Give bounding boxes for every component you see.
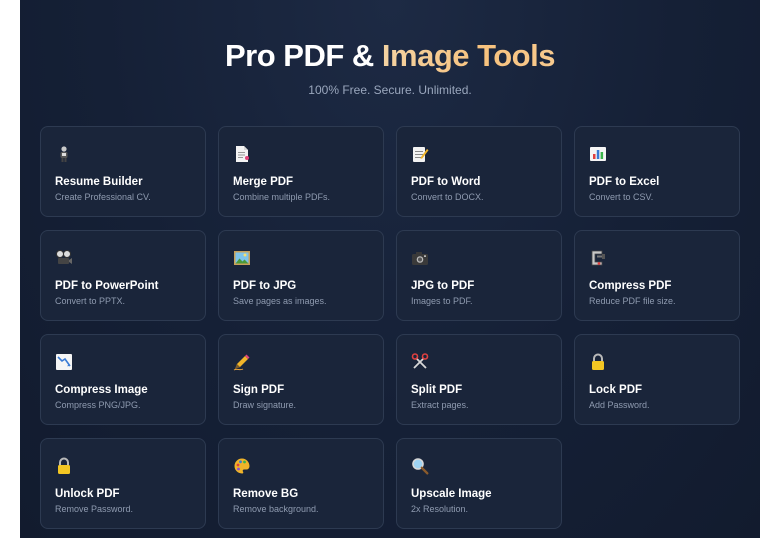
tool-title: Lock PDF bbox=[589, 384, 643, 396]
tool-title: PDF to Word bbox=[411, 176, 481, 188]
title-accent: Image Tools bbox=[381, 38, 556, 73]
tool-description: Remove background. bbox=[233, 504, 319, 514]
bar-chart-icon bbox=[589, 145, 607, 163]
unlock-icon bbox=[55, 457, 73, 475]
tool-description: Convert to PPTX. bbox=[55, 296, 126, 306]
scissors-icon bbox=[411, 353, 429, 371]
tool-card-jpg-to-pdf[interactable]: JPG to PDF Images to PDF. bbox=[396, 230, 562, 321]
tool-card-compress-image[interactable]: Compress Image Compress PNG/JPG. bbox=[40, 334, 206, 425]
camera-icon bbox=[411, 249, 429, 267]
tool-title: Resume Builder bbox=[55, 176, 143, 188]
tool-card-pdf-to-excel[interactable]: PDF to Excel Convert to CSV. bbox=[574, 126, 740, 217]
tool-title: Sign PDF bbox=[233, 384, 285, 396]
tool-title: Upscale Image bbox=[411, 488, 492, 500]
tool-title: Merge PDF bbox=[233, 176, 294, 188]
tool-title: PDF to PowerPoint bbox=[55, 280, 159, 292]
tool-description: Images to PDF. bbox=[411, 296, 473, 306]
tool-card-split-pdf[interactable]: Split PDF Extract pages. bbox=[396, 334, 562, 425]
film-projector-icon bbox=[55, 249, 73, 267]
tool-title: PDF to Excel bbox=[589, 176, 660, 188]
tool-card-sign-pdf[interactable]: Sign PDF Draw signature. bbox=[218, 334, 384, 425]
palette-icon bbox=[233, 457, 251, 475]
tool-card-pdf-to-word[interactable]: PDF to Word Convert to DOCX. bbox=[396, 126, 562, 217]
tools-grid: Resume Builder Create Professional CV. M… bbox=[40, 126, 740, 529]
memo-icon bbox=[411, 145, 429, 163]
picture-icon bbox=[233, 249, 251, 267]
tool-card-lock-pdf[interactable]: Lock PDF Add Password. bbox=[574, 334, 740, 425]
tool-card-pdf-to-powerpoint[interactable]: PDF to PowerPoint Convert to PPTX. bbox=[40, 230, 206, 321]
tool-description: 2x Resolution. bbox=[411, 504, 469, 514]
tool-card-upscale-image[interactable]: Upscale Image 2x Resolution. bbox=[396, 438, 562, 529]
clamp-icon bbox=[589, 249, 607, 267]
person-icon bbox=[55, 145, 73, 163]
tool-description: Remove Password. bbox=[55, 504, 134, 514]
tool-description: Reduce PDF file size. bbox=[589, 296, 676, 306]
chart-decreasing-icon bbox=[55, 353, 73, 371]
tool-title: Split PDF bbox=[411, 384, 463, 396]
tool-title: PDF to JPG bbox=[233, 280, 297, 292]
tool-description: Convert to CSV. bbox=[589, 192, 654, 202]
tool-description: Convert to DOCX. bbox=[411, 192, 484, 202]
header: Pro PDF & Image Tools 100% Free. Secure.… bbox=[20, 36, 760, 98]
tool-description: Extract pages. bbox=[411, 400, 469, 410]
tool-title: Compress Image bbox=[55, 384, 148, 396]
app-container: Pro PDF & Image Tools 100% Free. Secure.… bbox=[20, 0, 760, 538]
page-title: Pro PDF & Image Tools bbox=[20, 36, 760, 76]
lock-icon bbox=[589, 353, 607, 371]
tool-description: Draw signature. bbox=[233, 400, 297, 410]
tool-card-unlock-pdf[interactable]: Unlock PDF Remove Password. bbox=[40, 438, 206, 529]
tool-card-pdf-to-jpg[interactable]: PDF to JPG Save pages as images. bbox=[218, 230, 384, 321]
magnifier-icon bbox=[411, 457, 429, 475]
tool-title: Compress PDF bbox=[589, 280, 672, 292]
tool-description: Combine multiple PDFs. bbox=[233, 192, 331, 202]
tool-description: Add Password. bbox=[589, 400, 650, 410]
tool-card-merge-pdf[interactable]: Merge PDF Combine multiple PDFs. bbox=[218, 126, 384, 217]
tool-title: JPG to PDF bbox=[411, 280, 475, 292]
tool-card-resume-builder[interactable]: Resume Builder Create Professional CV. bbox=[40, 126, 206, 217]
tool-description: Create Professional CV. bbox=[55, 192, 151, 202]
tool-card-compress-pdf[interactable]: Compress PDF Reduce PDF file size. bbox=[574, 230, 740, 321]
pen-icon bbox=[233, 353, 251, 371]
title-main: Pro PDF & bbox=[225, 38, 382, 73]
page-subtitle: 100% Free. Secure. Unlimited. bbox=[308, 83, 472, 97]
tool-title: Remove BG bbox=[233, 488, 299, 500]
tool-title: Unlock PDF bbox=[55, 488, 120, 500]
tool-card-remove-bg[interactable]: Remove BG Remove background. bbox=[218, 438, 384, 529]
tool-description: Compress PNG/JPG. bbox=[55, 400, 141, 410]
tool-description: Save pages as images. bbox=[233, 296, 327, 306]
document-icon bbox=[233, 145, 251, 163]
